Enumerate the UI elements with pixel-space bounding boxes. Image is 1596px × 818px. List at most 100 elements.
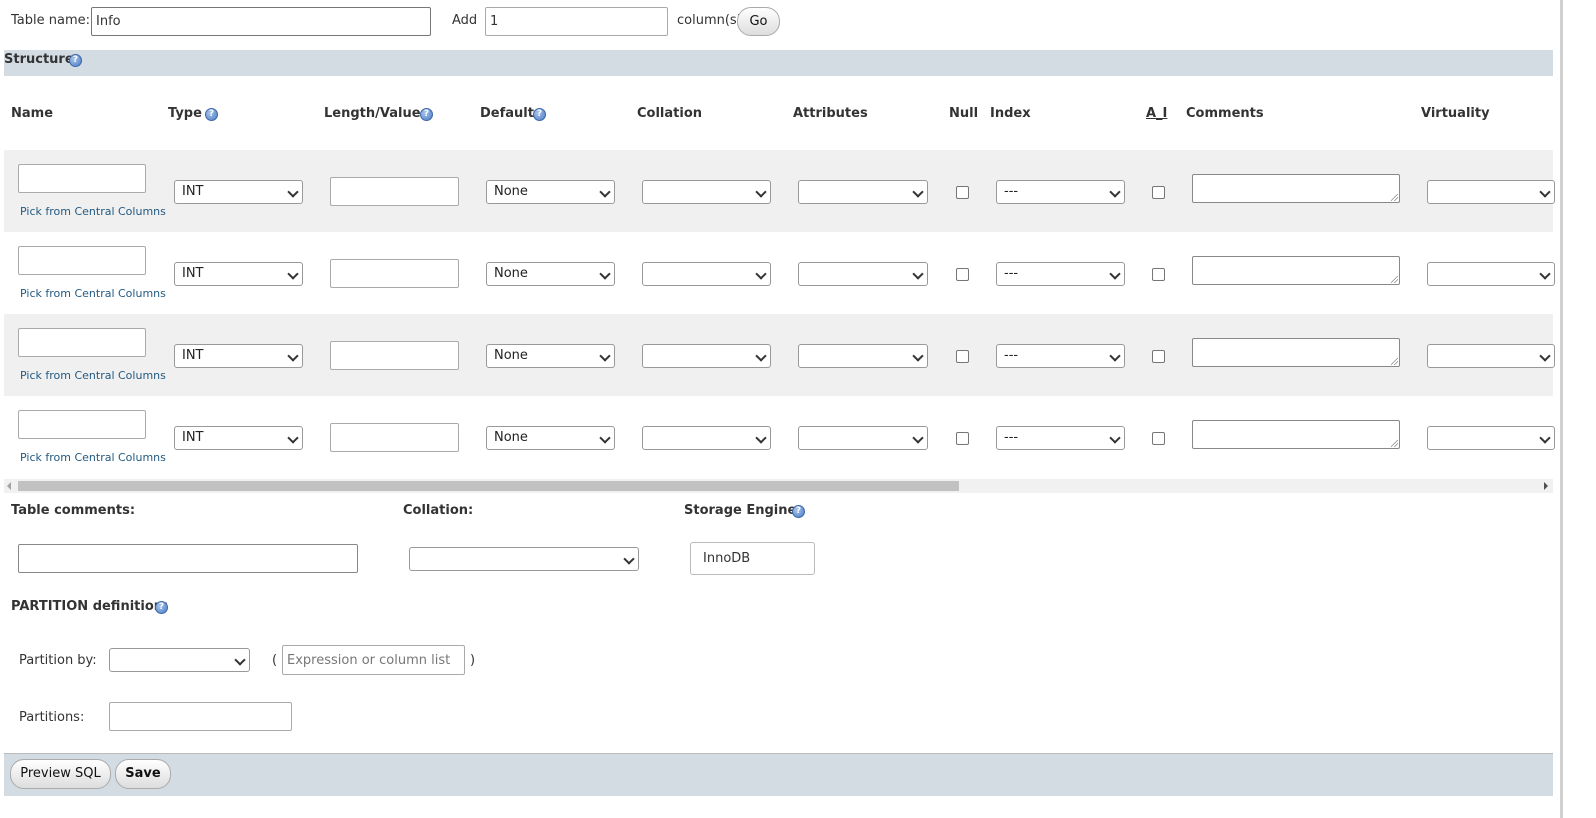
- pick-central-columns-link[interactable]: Pick from Central Columns: [20, 451, 166, 464]
- column-name-input[interactable]: [18, 410, 146, 439]
- col-header-virtuality: Virtuality: [1421, 106, 1490, 121]
- default-select[interactable]: None: [486, 262, 615, 286]
- scrollbar-thumb[interactable]: [18, 481, 959, 491]
- comments-textarea[interactable]: [1192, 174, 1400, 203]
- collation-select[interactable]: [642, 262, 771, 286]
- chevron-down-icon: [599, 268, 611, 280]
- collation-select[interactable]: [642, 344, 771, 368]
- chevron-down-icon: [287, 186, 299, 198]
- chevron-down-icon: [912, 432, 924, 444]
- table-comments-input[interactable]: [18, 544, 358, 573]
- table-collation-select[interactable]: [409, 547, 639, 571]
- resize-grip-icon[interactable]: [1391, 194, 1398, 201]
- type-select[interactable]: INT: [174, 262, 303, 286]
- table-collation-label: Collation:: [403, 503, 474, 518]
- index-select[interactable]: ---: [996, 344, 1125, 368]
- chevron-down-icon: [1109, 432, 1121, 444]
- storage-engine-select[interactable]: InnoDB: [690, 542, 815, 575]
- footer-bar: [4, 753, 1553, 796]
- column-name-input[interactable]: [18, 328, 146, 357]
- index-select[interactable]: ---: [996, 262, 1125, 286]
- column-name-input[interactable]: [18, 246, 146, 275]
- virtuality-select[interactable]: [1427, 180, 1555, 204]
- attributes-select[interactable]: [798, 180, 928, 204]
- partition-by-select[interactable]: [109, 648, 250, 672]
- ai-checkbox[interactable]: [1152, 350, 1165, 363]
- chevron-down-icon: [599, 186, 611, 198]
- column-name-input[interactable]: [18, 164, 146, 193]
- chevron-down-icon: [912, 350, 924, 362]
- attributes-select[interactable]: [798, 262, 928, 286]
- table-comments-label: Table comments:: [11, 503, 136, 518]
- default-select[interactable]: None: [486, 180, 615, 204]
- scroll-left-icon[interactable]: [7, 482, 11, 490]
- close-paren: ): [470, 653, 476, 668]
- structure-title: Structure: [4, 52, 74, 67]
- index-select[interactable]: ---: [996, 180, 1125, 204]
- collation-select[interactable]: [642, 426, 771, 450]
- pick-central-columns-link[interactable]: Pick from Central Columns: [20, 287, 166, 300]
- chevron-down-icon: [1539, 350, 1551, 362]
- partitions-input[interactable]: [109, 702, 292, 731]
- comments-textarea[interactable]: [1192, 420, 1400, 449]
- ai-checkbox[interactable]: [1152, 432, 1165, 445]
- default-select[interactable]: None: [486, 344, 615, 368]
- ai-checkbox[interactable]: [1152, 268, 1165, 281]
- partition-by-label: Partition by:: [19, 653, 97, 668]
- null-checkbox[interactable]: [956, 432, 969, 445]
- virtuality-select[interactable]: [1427, 426, 1555, 450]
- resize-grip-icon[interactable]: [1391, 440, 1398, 447]
- collation-select[interactable]: [642, 180, 771, 204]
- scroll-right-icon[interactable]: [1544, 482, 1548, 490]
- pick-central-columns-link[interactable]: Pick from Central Columns: [20, 205, 166, 218]
- col-header-collation: Collation: [637, 106, 703, 121]
- table-name-input[interactable]: [91, 7, 431, 36]
- type-select[interactable]: INT: [174, 426, 303, 450]
- chevron-down-icon: [755, 268, 767, 280]
- storage-engine-label: Storage Engine:: [684, 503, 802, 518]
- help-icon[interactable]: ?: [792, 505, 805, 518]
- attributes-select[interactable]: [798, 426, 928, 450]
- chevron-down-icon: [755, 350, 767, 362]
- type-select[interactable]: INT: [174, 344, 303, 368]
- partition-expression-input[interactable]: [282, 645, 465, 675]
- preview-sql-button[interactable]: Preview SQL: [10, 759, 111, 789]
- chevron-down-icon: [623, 553, 635, 565]
- open-paren: (: [272, 653, 278, 668]
- length-input[interactable]: [330, 423, 459, 452]
- go-button[interactable]: Go: [737, 7, 780, 36]
- length-input[interactable]: [330, 259, 459, 288]
- help-icon[interactable]: ?: [533, 108, 546, 121]
- chevron-down-icon: [1539, 268, 1551, 280]
- resize-grip-icon[interactable]: [1391, 358, 1398, 365]
- virtuality-select[interactable]: [1427, 262, 1555, 286]
- ai-checkbox[interactable]: [1152, 186, 1165, 199]
- index-select[interactable]: ---: [996, 426, 1125, 450]
- save-button[interactable]: Save: [115, 759, 171, 789]
- attributes-select[interactable]: [798, 344, 928, 368]
- vertical-scrollbar[interactable]: [1560, 0, 1563, 818]
- help-icon[interactable]: ?: [155, 601, 168, 614]
- null-checkbox[interactable]: [956, 350, 969, 363]
- type-select[interactable]: INT: [174, 180, 303, 204]
- null-checkbox[interactable]: [956, 268, 969, 281]
- chevron-down-icon: [287, 432, 299, 444]
- help-icon[interactable]: ?: [69, 54, 82, 67]
- default-select[interactable]: None: [486, 426, 615, 450]
- add-columns-input[interactable]: [485, 7, 668, 36]
- help-icon[interactable]: ?: [420, 108, 433, 121]
- chevron-down-icon: [912, 186, 924, 198]
- comments-textarea[interactable]: [1192, 338, 1400, 367]
- help-icon[interactable]: ?: [205, 108, 218, 121]
- comments-textarea[interactable]: [1192, 256, 1400, 285]
- virtuality-select[interactable]: [1427, 344, 1555, 368]
- pick-central-columns-link[interactable]: Pick from Central Columns: [20, 369, 166, 382]
- resize-grip-icon[interactable]: [1391, 276, 1398, 283]
- length-input[interactable]: [330, 341, 459, 370]
- chevron-down-icon: [1109, 350, 1121, 362]
- null-checkbox[interactable]: [956, 186, 969, 199]
- chevron-down-icon: [599, 350, 611, 362]
- chevron-down-icon: [755, 186, 767, 198]
- col-header-ai: A_I: [1146, 106, 1168, 121]
- length-input[interactable]: [330, 177, 459, 206]
